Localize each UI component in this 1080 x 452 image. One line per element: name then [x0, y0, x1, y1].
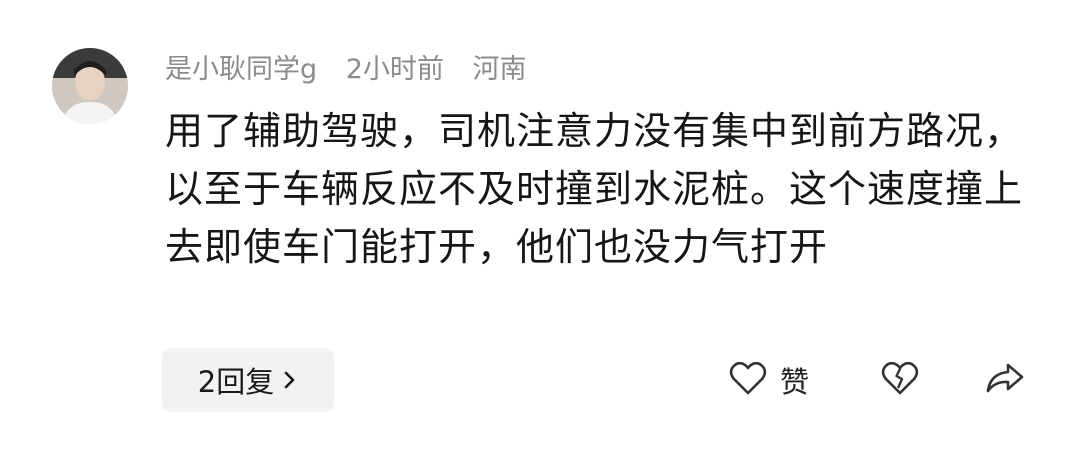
reply-count-label: 2回复 [197, 365, 275, 399]
share-arrow-icon [984, 360, 1026, 400]
like-button[interactable]: 赞 [728, 356, 809, 404]
broken-heart-icon [880, 360, 920, 400]
heart-outline-icon [728, 360, 768, 400]
chevron-right-icon [282, 368, 298, 392]
like-label: 赞 [780, 365, 810, 399]
share-button[interactable] [984, 356, 1026, 404]
comment-body: 用了辅助驾驶，司机注意力没有集中到前方路况，以至于车辆反应不及时撞到水泥桩。这个… [165, 109, 1024, 269]
comment-card: 是小耿同学g 2小时前 河南 用了辅助驾驶，司机注意力没有集中到前方路况，以至于… [0, 0, 1080, 452]
view-replies-button[interactable]: 2回复 [162, 348, 334, 412]
avatar[interactable] [52, 48, 128, 124]
comment-location: 河南 [472, 54, 527, 85]
author-name[interactable]: 是小耿同学g [165, 54, 317, 85]
comment-meta: 是小耿同学g 2小时前 河南 [165, 50, 547, 90]
dislike-button[interactable] [880, 356, 920, 404]
comment-time: 2小时前 [345, 54, 444, 85]
